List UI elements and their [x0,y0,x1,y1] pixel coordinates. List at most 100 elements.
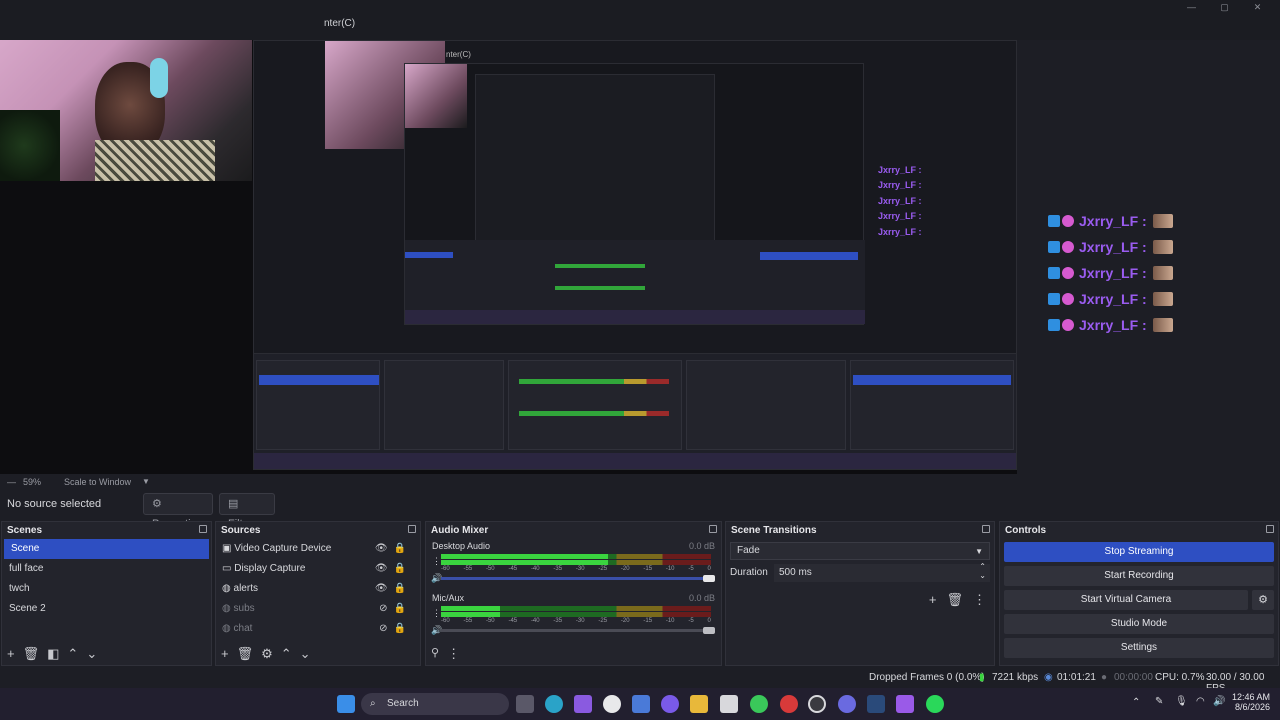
window-controls: — ▢ ✕ [1175,0,1274,14]
scale-mode[interactable]: Scale to Window [64,477,131,487]
chevron-down-icon: ▼ [975,547,983,556]
pen-icon[interactable]: ✎ [1155,696,1163,707]
chevron-down-icon[interactable]: ⌄ [86,646,97,662]
scene-item[interactable]: Scene 2 [2,599,211,619]
discord-icon[interactable] [661,695,679,713]
badge-icon [1048,241,1060,253]
cat-app-icon[interactable] [720,695,738,713]
mic-icon[interactable]: 🎙 [1175,696,1188,707]
duration-input[interactable]: 500 ms [774,564,990,582]
visibility-lock-icons[interactable]: 👁🔒 [375,539,412,559]
stepper-icon[interactable]: ⌃ ⌄ [979,562,986,580]
copilot-icon[interactable] [574,695,592,713]
xbox-icon[interactable] [750,695,768,713]
clock[interactable]: 12:46 AM 8/6/2026 [1226,692,1270,712]
undock-icon[interactable] [408,525,416,533]
link-icon[interactable]: ⚲ [431,646,439,662]
globe-icon: ◍ [222,603,231,614]
chat-username: Jxrry_LF [1079,317,1139,333]
start-recording-button[interactable]: Start Recording [1004,566,1274,586]
chevron-up-icon[interactable]: ⌃ [281,646,292,662]
volume-knob[interactable] [703,575,715,582]
wifi-icon[interactable]: ◠ [1196,696,1205,707]
ghost-app-icon[interactable] [603,695,621,713]
menu-dots-icon[interactable]: ⋮ [973,592,986,608]
record-app-icon[interactable] [780,695,798,713]
volume-icon[interactable]: 🔊 [1213,696,1225,707]
menu-dots-icon[interactable]: ⋮ [432,608,441,619]
steam-icon[interactable] [867,695,885,713]
gear-icon[interactable]: ⚙ [1252,590,1274,610]
volume-slider[interactable] [441,577,706,580]
trash-icon[interactable]: 🗑 [946,592,963,608]
trash-icon[interactable]: 🗑 [23,646,40,662]
transition-value: Fade [737,545,760,556]
twitch-icon[interactable] [896,695,914,713]
source-item[interactable]: ◍ subs ⊘🔒 [216,599,420,619]
messenger-icon[interactable] [838,695,856,713]
scenes-toolbar: + 🗑 ◧ ⌃ ⌄ [7,646,97,662]
start-virtual-camera-button[interactable]: Start Virtual Camera [1004,590,1248,610]
settings-button[interactable]: Settings [1004,638,1274,658]
volume-slider[interactable] [441,629,706,632]
source-item[interactable]: ◍ chat ⊘🔒 [216,619,420,639]
maximize-button[interactable]: ▢ [1208,0,1241,14]
source-name: Video Capture Device [234,543,332,554]
studio-mode-button[interactable]: Studio Mode [1004,614,1274,634]
undock-icon[interactable] [709,525,717,533]
menu-dots-icon[interactable]: ⋮ [432,556,441,567]
volume-knob[interactable] [703,627,715,634]
menu-dots-icon[interactable]: ⋮ [447,646,460,662]
undock-icon[interactable] [199,525,207,533]
file-explorer-icon[interactable] [690,695,708,713]
sources-dock: Sources ▣ Video Capture Device 👁🔒 ▭ Displ… [215,521,421,666]
store-icon[interactable] [632,695,650,713]
preview-canvas[interactable]: nter(C) Jxrry_LF : Jxrry_LF : Jxrry_LF :… [0,40,1017,474]
globe-icon: ◍ [222,623,231,634]
source-item[interactable]: ▣ Video Capture Device 👁🔒 [216,539,420,559]
obs-icon[interactable] [808,695,826,713]
scene-transitions-dock: Scene Transitions Fade ▼ Duration 500 ms … [725,521,995,666]
zoom-out-button[interactable]: — [7,477,16,487]
chevron-down-icon[interactable]: ▼ [142,477,150,486]
scenes-title: Scenes [7,525,43,536]
chevron-up-icon[interactable]: ⌃ [1132,697,1140,708]
badge-icon [1062,267,1074,279]
undock-icon[interactable] [1266,525,1274,533]
source-item[interactable]: ◍ alerts 👁🔒 [216,579,420,599]
minimize-button[interactable]: — [1175,0,1208,14]
windows-start-icon[interactable] [337,695,355,713]
hidden-lock-icons[interactable]: ⊘🔒 [379,619,412,639]
visibility-lock-icons[interactable]: 👁🔒 [375,559,412,579]
chat-separator: : [1142,239,1147,255]
chevron-down-icon[interactable]: ⌄ [300,646,311,662]
taskbar-search[interactable]: ⌕ Search [361,693,509,715]
scene-item[interactable]: full face [2,559,211,579]
spotify-icon[interactable] [926,695,944,713]
undock-icon[interactable] [982,525,990,533]
task-view-icon[interactable] [516,695,534,713]
sources-title: Sources [221,525,261,536]
record-time: 00:00:00 [1114,672,1153,683]
filters-button[interactable]: ▤ Filters [219,493,275,530]
stop-streaming-button[interactable]: Stop Streaming [1004,542,1274,562]
audio-mixer-dock: Audio Mixer Desktop Audio 0.0 dB -60 -55-… [425,521,722,666]
chevron-up-icon[interactable]: ⌃ [67,646,78,662]
properties-button[interactable]: ⚙ Properties [143,493,213,530]
close-button[interactable]: ✕ [1241,0,1274,14]
controls-title: Controls [1005,525,1047,536]
add-icon[interactable]: + [221,646,229,662]
preview-area[interactable]: nter(C) Jxrry_LF : Jxrry_LF : Jxrry_LF :… [0,40,1280,474]
trash-icon[interactable]: 🗑 [237,646,254,662]
hidden-lock-icons[interactable]: ⊘🔒 [379,599,412,619]
add-icon[interactable]: + [7,646,15,662]
edge-icon[interactable] [545,695,563,713]
gear-icon[interactable]: ⚙ [261,646,273,662]
source-item[interactable]: ▭ Display Capture 👁🔒 [216,559,420,579]
transition-select[interactable]: Fade ▼ [730,542,990,560]
add-icon[interactable]: + [929,592,937,608]
visibility-lock-icons[interactable]: 👁🔒 [375,579,412,599]
filter-icon[interactable]: ◧ [47,646,59,662]
scene-item[interactable]: Scene [4,539,209,559]
scene-item[interactable]: twch [2,579,211,599]
